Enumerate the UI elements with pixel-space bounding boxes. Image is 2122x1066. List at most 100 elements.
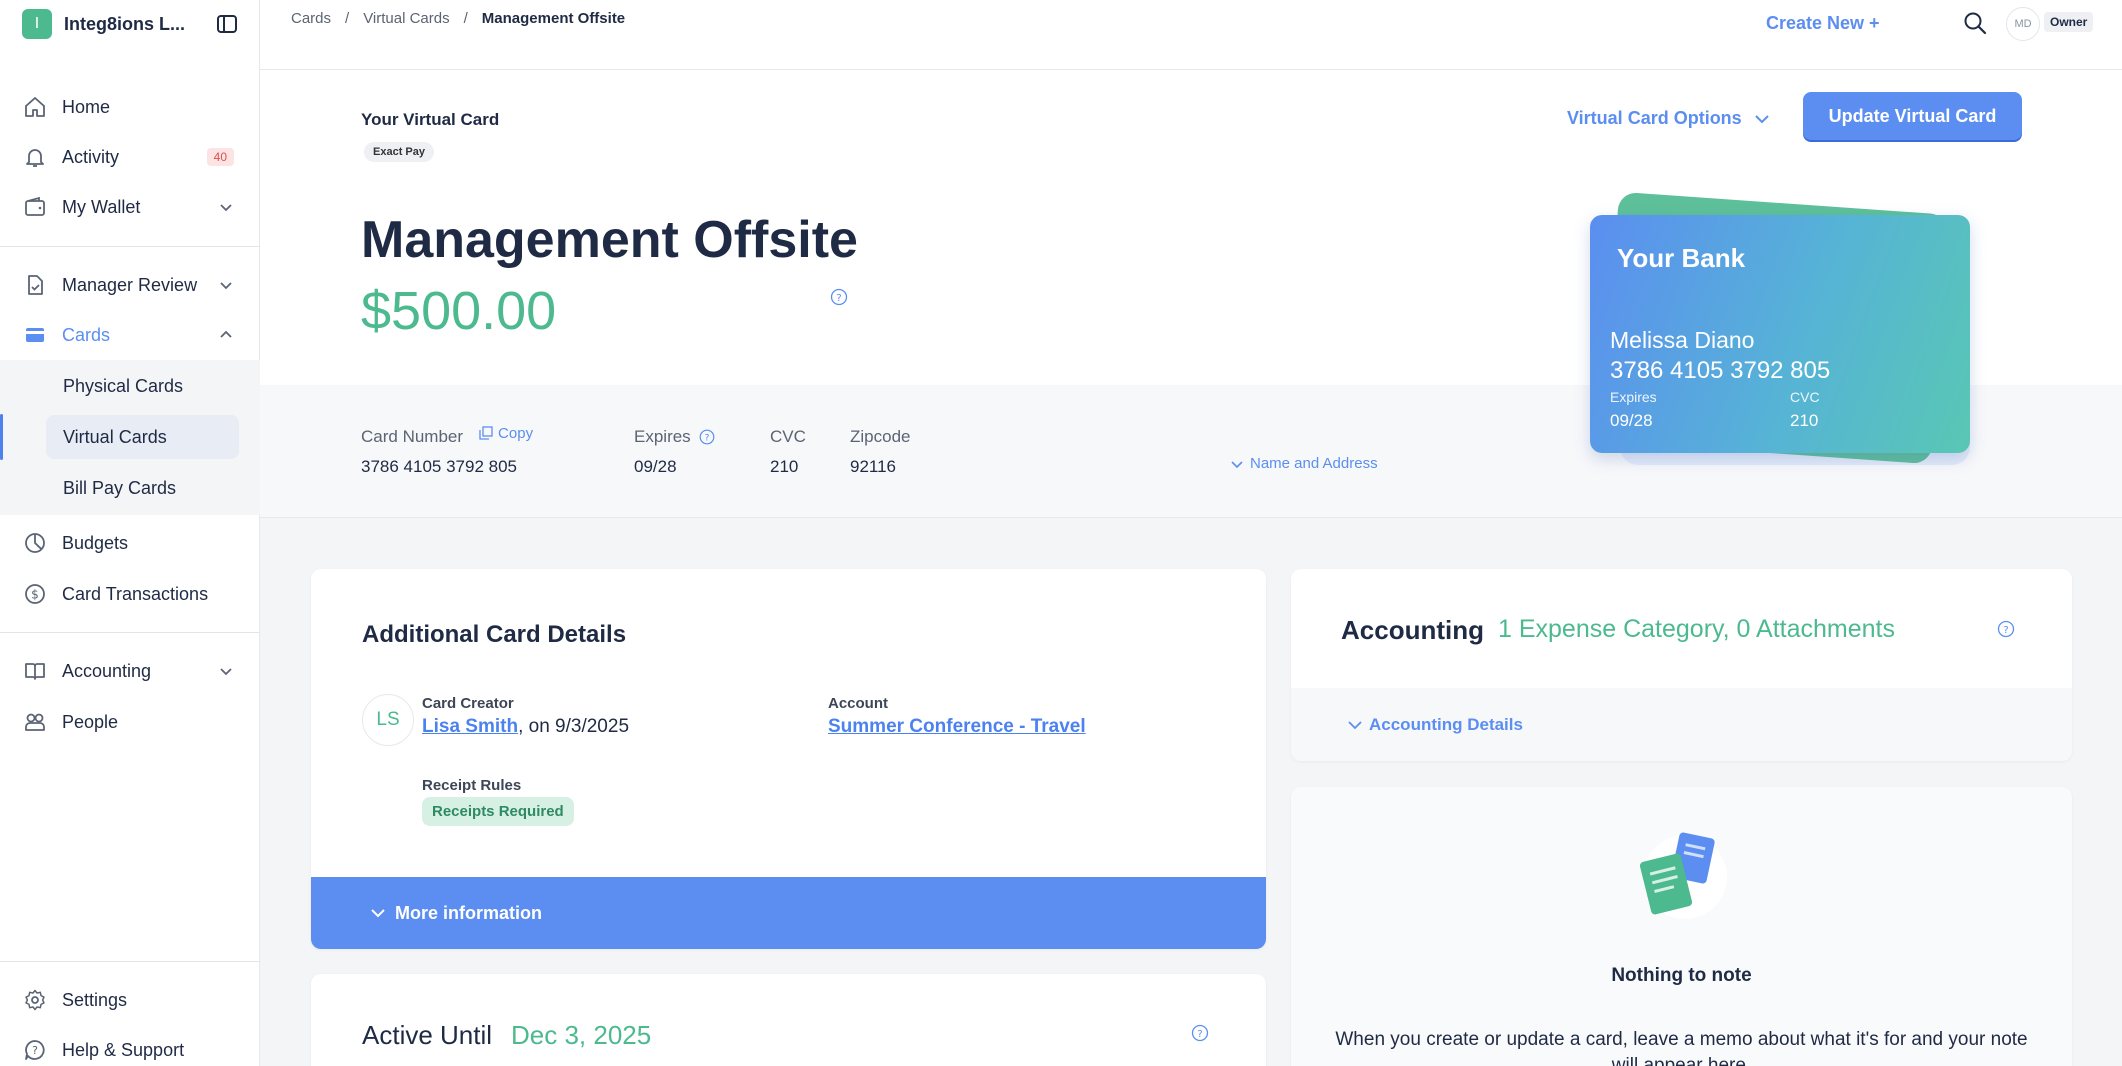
card-expires-value: 09/28 <box>1610 411 1653 430</box>
receipt-rules-label: Receipt Rules <box>422 777 522 794</box>
more-information-label: More information <box>395 902 542 923</box>
cvc-field: CVC 210 <box>770 427 806 477</box>
creator-date: , on 9/3/2025 <box>518 716 630 737</box>
additional-card-details-panel: Additional Card Details LS Card Creator … <box>311 569 1266 949</box>
sidebar-item-my-wallet[interactable]: My Wallet <box>0 182 260 232</box>
sidebar-item-label: Bill Pay Cards <box>63 477 177 498</box>
field-value: 92116 <box>850 457 897 476</box>
sidebar-item-label: Physical Cards <box>63 375 184 396</box>
active-until-label: Active Until <box>362 1020 493 1050</box>
virtual-card-options-dropdown[interactable]: Virtual Card Options <box>1567 108 1772 129</box>
accounting-details-toggle[interactable]: Accounting Details <box>1347 715 1523 735</box>
org-switcher[interactable]: I Integ8ions L... <box>22 9 238 39</box>
breadcrumb-virtual-cards[interactable]: Virtual Cards <box>363 10 449 27</box>
card-type-pill: Exact Pay <box>364 142 434 162</box>
sidebar-item-bill-pay-cards[interactable]: Bill Pay Cards <box>46 466 239 510</box>
bank-name: Your Bank <box>1617 243 1746 273</box>
section-label: Your Virtual Card <box>361 110 500 129</box>
wallet-icon <box>22 194 48 220</box>
panel-title: Additional Card Details <box>362 621 627 648</box>
field-value: 09/28 <box>634 457 677 476</box>
account-link[interactable]: Summer Conference - Travel <box>828 716 1086 737</box>
card-amount: $500.00 <box>361 281 557 341</box>
virtual-card-visual: Your Bank Melissa Diano 3786 4105 3792 8… <box>1590 191 1980 470</box>
chevron-down-icon <box>1754 114 1769 123</box>
credit-card-icon <box>22 322 48 348</box>
accounting-summary: 1 Expense Category, 0 Attachments <box>1498 615 1895 643</box>
help-circle-icon[interactable]: ? <box>1997 620 2015 638</box>
sidebar-item-label: My Wallet <box>62 196 141 217</box>
user-avatar[interactable]: MD <box>2006 7 2040 41</box>
sidebar-divider <box>0 961 260 962</box>
sidebar-item-label: Activity <box>62 146 120 167</box>
more-information-toggle[interactable]: More information <box>311 877 1266 949</box>
sidebar-item-help-support[interactable]: ? Help & Support <box>0 1025 260 1066</box>
sidebar-item-physical-cards[interactable]: Physical Cards <box>46 364 239 408</box>
options-label: Virtual Card Options <box>1567 108 1742 128</box>
sidebar-item-label: Card Transactions <box>62 583 209 604</box>
dollar-circle-icon: $ <box>22 581 48 607</box>
sidebar-item-settings[interactable]: Settings <box>0 975 260 1025</box>
sidebar-divider <box>0 246 260 247</box>
name-address-label: Name and Address <box>1250 455 1378 472</box>
cardholder-name: Melissa Diano <box>1610 327 1755 353</box>
field-label: Card Number <box>361 427 464 446</box>
chevron-down-icon <box>371 909 385 918</box>
update-virtual-card-button[interactable]: Update Virtual Card <box>1803 92 2022 140</box>
sidebar-item-activity[interactable]: Activity 40 <box>0 132 260 182</box>
card-expires-label: Expires <box>1610 389 1657 405</box>
sidebar: I Integ8ions L... Home Activity 40 My Wa… <box>0 0 260 1066</box>
sidebar-item-label: Help & Support <box>62 1039 185 1060</box>
name-address-toggle[interactable]: Name and Address <box>1230 455 1378 472</box>
sidebar-item-budgets[interactable]: Budgets <box>0 518 260 568</box>
copy-button[interactable]: Copy <box>479 425 533 442</box>
breadcrumb-current: Management Offsite <box>481 10 626 27</box>
breadcrumb-cards[interactable]: Cards <box>291 10 331 27</box>
sidebar-item-home[interactable]: Home <box>0 82 260 132</box>
chevron-down-icon <box>1348 721 1362 730</box>
card-creator-label: Card Creator <box>422 695 514 712</box>
zipcode-field: Zipcode 92116 <box>850 427 910 477</box>
sidebar-item-label: Virtual Cards <box>63 426 167 447</box>
help-chat-icon: ? <box>22 1037 48 1063</box>
svg-text:$: $ <box>31 588 39 602</box>
creator-link[interactable]: Lisa Smith <box>422 716 518 737</box>
help-circle-icon[interactable]: ? <box>699 429 715 445</box>
help-circle-icon[interactable]: ? <box>1191 1024 1209 1042</box>
sidebar-item-label: Budgets <box>62 532 129 553</box>
breadcrumb: Cards / Virtual Cards / Management Offsi… <box>291 10 625 27</box>
chevron-up-icon <box>220 330 232 338</box>
field-label: Expires <box>634 427 691 446</box>
sidebar-item-virtual-cards[interactable]: Virtual Cards <box>46 415 239 459</box>
sidebar-item-label: Settings <box>62 989 128 1010</box>
field-label: Zipcode <box>850 427 911 446</box>
sidebar-item-cards[interactable]: Cards <box>0 310 260 360</box>
creator-avatar: LS <box>362 694 414 746</box>
org-name: Integ8ions L... <box>64 13 186 34</box>
active-indicator <box>0 414 3 460</box>
sidebar-item-manager-review[interactable]: Manager Review <box>0 260 260 310</box>
book-icon <box>22 658 48 684</box>
home-icon <box>22 94 48 120</box>
sidebar-item-accounting[interactable]: Accounting <box>0 646 260 696</box>
svg-text:?: ? <box>704 434 709 444</box>
sidebar-item-card-transactions[interactable]: $ Card Transactions <box>0 569 260 619</box>
svg-text:?: ? <box>836 293 841 304</box>
sidebar-toggle-icon[interactable] <box>216 13 238 35</box>
activity-count-badge: 40 <box>206 148 234 166</box>
org-avatar: I <box>22 9 52 39</box>
panel-title: Accounting <box>1341 615 1484 645</box>
sidebar-item-label: Accounting <box>62 660 152 681</box>
search-icon[interactable] <box>1962 10 1988 36</box>
field-value: 210 <box>770 457 799 476</box>
create-new-button[interactable]: Create New + <box>1766 13 1880 34</box>
topbar: Cards / Virtual Cards / Management Offsi… <box>260 0 2122 70</box>
card-creator: Card Creator Lisa Smith, on 9/3/2025 <box>422 695 629 738</box>
receipts-required-badge: Receipts Required <box>422 797 574 826</box>
sidebar-item-label: Home <box>62 96 111 117</box>
help-circle-icon[interactable]: ? <box>830 288 848 306</box>
notes-empty-title: Nothing to note <box>1611 965 1752 986</box>
account-label: Account <box>828 695 888 712</box>
document-check-icon <box>22 272 48 298</box>
sidebar-item-people[interactable]: People <box>0 697 260 747</box>
